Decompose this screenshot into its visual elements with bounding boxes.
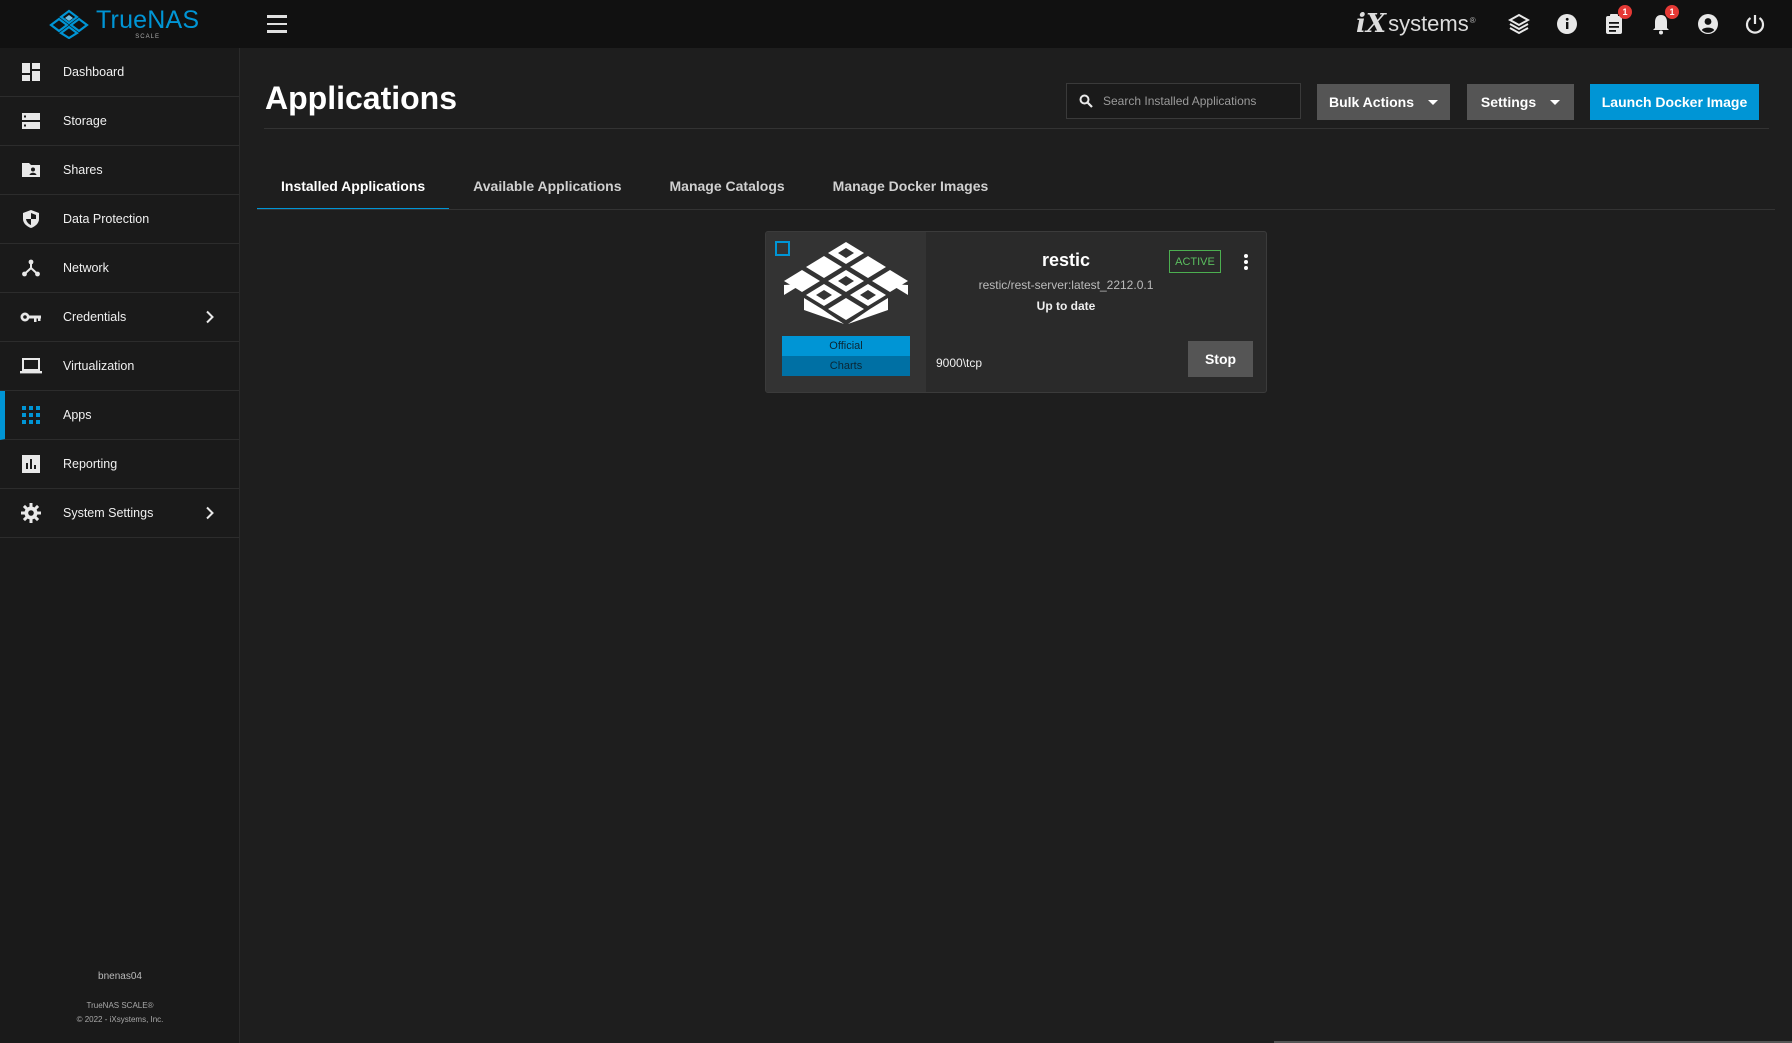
sidebar: Dashboard Storage Shares Data Protection… bbox=[0, 48, 240, 1043]
sidebar-item-virtualization[interactable]: Virtualization bbox=[0, 342, 239, 391]
search-box[interactable] bbox=[1066, 83, 1301, 119]
tab-available-applications[interactable]: Available Applications bbox=[449, 162, 645, 210]
sidebar-item-label: Data Protection bbox=[63, 212, 150, 226]
tab-installed-applications[interactable]: Installed Applications bbox=[257, 162, 450, 210]
ix-logo-word: systems bbox=[1388, 11, 1469, 36]
info-icon[interactable] bbox=[1555, 12, 1579, 36]
key-icon bbox=[20, 306, 42, 328]
brand-name: TrueNAS bbox=[96, 6, 200, 34]
sidebar-item-data-protection[interactable]: Data Protection bbox=[0, 195, 239, 244]
account-icon[interactable] bbox=[1696, 12, 1720, 36]
topbar: TrueNAS SCALE iX systems ® 1 1 bbox=[0, 0, 1792, 48]
launch-docker-image-label: Launch Docker Image bbox=[1601, 94, 1748, 110]
hamburger-icon-line bbox=[267, 22, 287, 26]
jobs-icon[interactable]: 1 bbox=[1602, 5, 1632, 36]
sidebar-item-system-settings[interactable]: System Settings bbox=[0, 489, 239, 538]
notifications-icon[interactable]: 1 bbox=[1649, 5, 1679, 36]
app-card: Official Charts restic restic/rest-serve… bbox=[765, 231, 1267, 393]
hamburger-icon-line bbox=[267, 15, 287, 18]
sidebar-footer: bnenas04 TrueNAS SCALE® © 2022 - iXsyste… bbox=[0, 971, 240, 1027]
header-divider bbox=[264, 128, 1769, 129]
kebab-dot bbox=[1244, 254, 1248, 258]
caret-down-icon bbox=[1428, 99, 1439, 105]
caret-down-icon bbox=[1550, 99, 1561, 105]
catalog-label-line2: Charts bbox=[782, 356, 910, 376]
sidebar-item-label: Virtualization bbox=[63, 359, 135, 373]
launch-docker-image-button[interactable]: Launch Docker Image bbox=[1590, 84, 1759, 120]
sidebar-item-dashboard[interactable]: Dashboard bbox=[0, 48, 239, 97]
hamburger-icon-line bbox=[267, 30, 287, 33]
app-image: restic/rest-server:latest_2212.0.1 bbox=[978, 278, 1154, 292]
sidebar-item-storage[interactable]: Storage bbox=[0, 97, 239, 146]
bulk-actions-button[interactable]: Bulk Actions bbox=[1317, 84, 1450, 120]
sidebar-item-network[interactable]: Network bbox=[0, 244, 239, 293]
chevron-right-icon bbox=[206, 310, 214, 324]
power-icon[interactable] bbox=[1743, 12, 1767, 36]
sidebar-item-label: Shares bbox=[63, 163, 103, 177]
truenas-logo[interactable]: TrueNAS SCALE bbox=[0, 0, 240, 48]
settings-label: Settings bbox=[1480, 94, 1537, 110]
more-options-icon[interactable] bbox=[1238, 252, 1254, 272]
sidebar-item-credentials[interactable]: Credentials bbox=[0, 293, 239, 342]
tab-manage-catalogs[interactable]: Manage Catalogs bbox=[646, 162, 809, 210]
sidebar-item-label: System Settings bbox=[63, 506, 154, 520]
catalog-label-line1: Official bbox=[782, 336, 910, 356]
shield-icon bbox=[20, 208, 42, 230]
laptop-icon bbox=[20, 355, 42, 377]
app-update-status: Up to date bbox=[1036, 299, 1096, 313]
kebab-dot bbox=[1244, 266, 1248, 270]
ixsystems-logo[interactable]: iX systems ® bbox=[1356, 9, 1476, 39]
dashboard-icon bbox=[20, 61, 42, 83]
storage-icon bbox=[20, 110, 42, 132]
chart-icon bbox=[20, 453, 42, 475]
jobs-badge: 1 bbox=[1618, 5, 1632, 19]
sidebar-item-label: Dashboard bbox=[63, 65, 125, 79]
app-ports: 9000\tcp bbox=[936, 356, 983, 370]
truecommand-icon[interactable] bbox=[1507, 12, 1531, 36]
settings-button[interactable]: Settings bbox=[1467, 84, 1574, 120]
sidebar-item-label: Apps bbox=[63, 408, 92, 422]
restic-logo-icon bbox=[784, 242, 908, 324]
sidebar-item-label: Network bbox=[63, 261, 109, 275]
bulk-actions-label: Bulk Actions bbox=[1328, 94, 1415, 110]
chevron-right-icon bbox=[206, 506, 214, 520]
kebab-dot bbox=[1244, 260, 1248, 264]
app-card-logo-panel: Official Charts bbox=[766, 232, 926, 392]
tab-manage-docker-images[interactable]: Manage Docker Images bbox=[809, 162, 1013, 210]
ix-logo-mark: iX bbox=[1356, 9, 1387, 39]
product-name: TrueNAS SCALE® bbox=[86, 1001, 154, 1010]
search-icon bbox=[1079, 94, 1093, 108]
sidebar-item-apps[interactable]: Apps bbox=[0, 391, 239, 440]
app-name: restic bbox=[1041, 250, 1091, 270]
sidebar-item-label: Reporting bbox=[63, 457, 118, 471]
hostname: bnenas04 bbox=[98, 971, 142, 982]
search-input[interactable] bbox=[1103, 94, 1293, 108]
stop-button[interactable]: Stop bbox=[1188, 341, 1253, 377]
tabs: Installed Applications Available Applica… bbox=[257, 162, 1012, 210]
page-title: Applications bbox=[265, 80, 458, 116]
shares-icon bbox=[20, 159, 42, 181]
sidebar-item-label: Credentials bbox=[63, 310, 127, 324]
brand-edition: SCALE bbox=[135, 34, 160, 40]
sidebar-item-reporting[interactable]: Reporting bbox=[0, 440, 239, 489]
sidebar-item-label: Storage bbox=[63, 114, 107, 128]
menu-toggle-button[interactable] bbox=[264, 13, 290, 35]
truenas-logo-icon bbox=[49, 9, 89, 39]
gear-icon bbox=[20, 502, 42, 524]
copyright: © 2022 - iXsystems, Inc. bbox=[76, 1015, 164, 1024]
official-charts-badge: Official Charts bbox=[782, 336, 910, 376]
network-icon bbox=[20, 257, 42, 279]
ix-logo-trademark: ® bbox=[1469, 15, 1476, 25]
tabs-divider bbox=[257, 209, 1775, 210]
status-badge: ACTIVE bbox=[1169, 250, 1221, 273]
apps-grid-icon bbox=[20, 404, 42, 426]
notifications-badge: 1 bbox=[1665, 5, 1679, 19]
sidebar-item-shares[interactable]: Shares bbox=[0, 146, 239, 195]
